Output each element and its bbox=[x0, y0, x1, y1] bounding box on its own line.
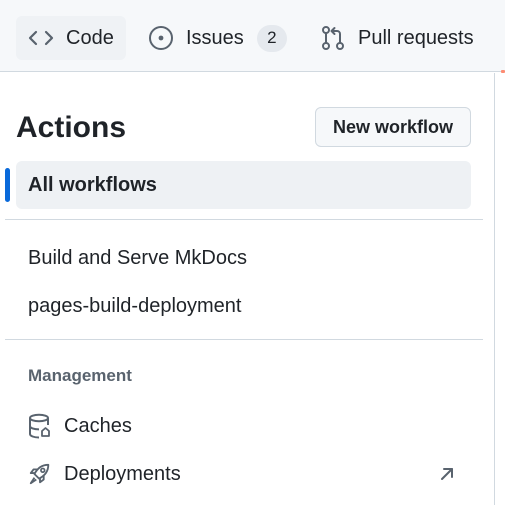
actions-page: Code Issues 2 Pull requests Actions New … bbox=[0, 0, 505, 505]
divider bbox=[5, 219, 483, 220]
tab-code[interactable]: Code bbox=[16, 16, 126, 60]
sidebar-item-deployments[interactable]: Deployments bbox=[16, 452, 471, 496]
sidebar-item-workflow[interactable]: pages-build-deployment bbox=[16, 284, 471, 328]
database-icon bbox=[28, 413, 52, 439]
tab-issues[interactable]: Issues 2 bbox=[136, 16, 298, 60]
sidebar-item-label: Build and Serve MkDocs bbox=[28, 246, 247, 269]
sidebar-item-label: Caches bbox=[64, 414, 132, 437]
divider bbox=[5, 339, 483, 340]
tab-code-label: Code bbox=[66, 26, 114, 49]
new-workflow-button[interactable]: New workflow bbox=[315, 107, 471, 147]
git-pull-request-icon bbox=[320, 25, 346, 51]
page-title: Actions bbox=[16, 111, 127, 144]
issues-counter-badge: 2 bbox=[256, 24, 287, 52]
overflow-tab-indicator bbox=[501, 70, 505, 73]
code-icon bbox=[28, 27, 54, 49]
active-item-indicator bbox=[5, 168, 10, 202]
rocket-icon bbox=[28, 461, 52, 487]
sidebar-item-all-workflows[interactable]: All workflows bbox=[16, 161, 471, 209]
repo-nav: Code Issues 2 Pull requests bbox=[0, 0, 505, 72]
issue-opened-icon bbox=[148, 25, 174, 51]
sidebar-item-label: pages-build-deployment bbox=[28, 294, 242, 317]
tab-issues-label: Issues bbox=[186, 26, 244, 49]
content-divider bbox=[494, 73, 495, 505]
arrow-up-right-icon bbox=[439, 466, 455, 482]
management-heading: Management bbox=[28, 366, 132, 385]
tab-pull-requests[interactable]: Pull requests bbox=[308, 16, 493, 60]
tab-pull-requests-label: Pull requests bbox=[358, 26, 474, 49]
sidebar-item-workflow[interactable]: Build and Serve MkDocs bbox=[16, 236, 471, 280]
sidebar-item-caches[interactable]: Caches bbox=[16, 404, 471, 448]
sidebar-item-label: All workflows bbox=[28, 173, 157, 196]
sidebar-item-label: Deployments bbox=[64, 462, 181, 485]
